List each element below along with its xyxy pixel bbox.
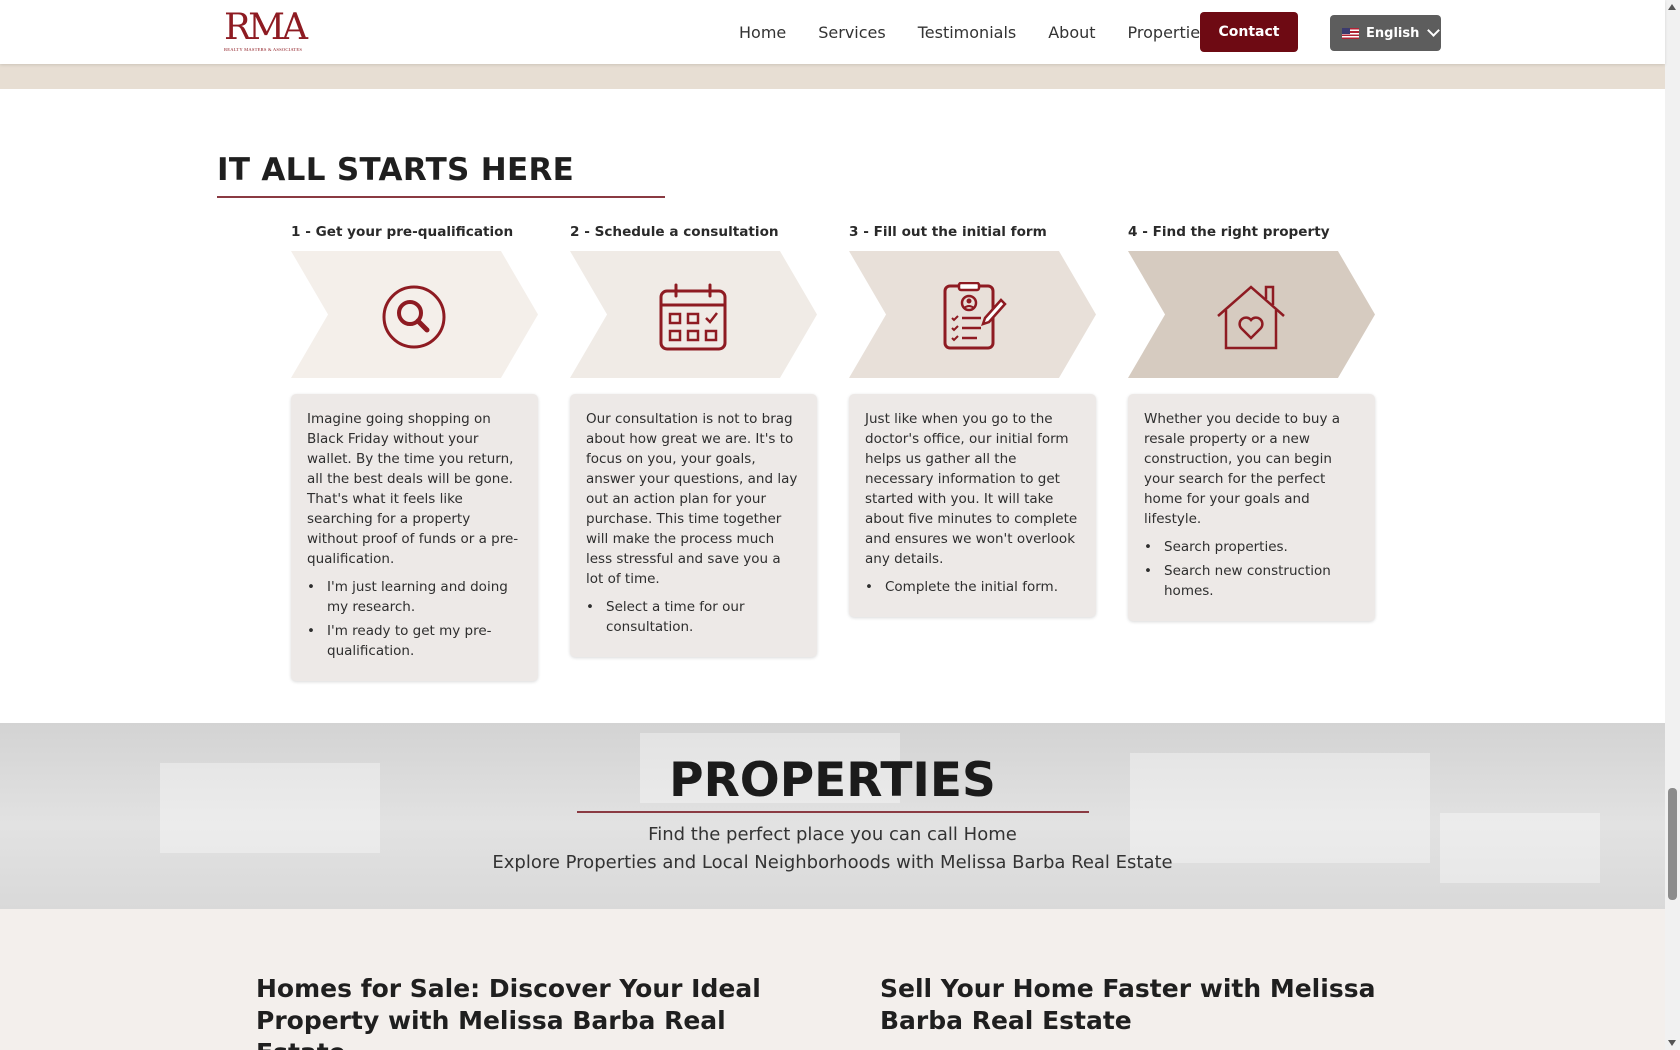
bullet-item[interactable]: Select a time for our consultation. xyxy=(586,597,801,637)
page-scrollbar[interactable] xyxy=(1665,0,1680,1050)
homes-for-sale-heading: Homes for Sale: Discover Your Ideal Prop… xyxy=(256,974,761,1050)
bullet-item[interactable]: I'm just learning and doing my research. xyxy=(307,577,522,617)
step-card: Imagine going shopping on Black Friday w… xyxy=(291,394,538,681)
step-label: 4 - Find the right property xyxy=(1128,224,1330,240)
chevron-down-icon xyxy=(1427,24,1441,37)
step-text: Whether you decide to buy a resale prope… xyxy=(1144,411,1341,527)
step-bullets: I'm just learning and doing my research.… xyxy=(307,577,522,661)
properties-subtitle-1: Find the perfect place you can call Home xyxy=(648,824,1017,845)
scroll-up-arrow-icon[interactable] xyxy=(1668,4,1676,10)
properties-title-underline xyxy=(577,811,1089,813)
step-text: Our consultation is not to brag about ho… xyxy=(586,411,798,587)
scrollbar-thumb[interactable] xyxy=(1668,788,1677,900)
bullet-item[interactable]: I'm ready to get my pre-qualification. xyxy=(307,621,522,661)
step-bullets: Search properties. Search new constructi… xyxy=(1144,537,1359,601)
us-flag-icon xyxy=(1342,27,1359,39)
properties-title: PROPERTIES xyxy=(669,753,996,808)
step-2: 2 - Schedule a consultation Our consulta… xyxy=(570,224,817,657)
properties-banner: PROPERTIES Find the perfect place you ca… xyxy=(0,723,1665,909)
sell-your-home-heading: Sell Your Home Faster with Melissa Barba… xyxy=(880,974,1376,1035)
beige-strip xyxy=(0,64,1665,89)
step-bullets: Complete the initial form. xyxy=(865,577,1080,597)
logo-subtext: REALTY MASTERS & ASSOCIATES xyxy=(224,47,303,52)
bullet-item[interactable]: Complete the initial form. xyxy=(865,577,1080,597)
logo-text: RMA xyxy=(224,7,308,48)
step-chevron xyxy=(570,251,817,378)
step-card: Our consultation is not to brag about ho… xyxy=(570,394,817,657)
step-card: Just like when you go to the doctor's of… xyxy=(849,394,1096,617)
main-nav: Home Services Testimonials About Propert… xyxy=(739,0,1240,64)
nav-testimonials[interactable]: Testimonials xyxy=(918,23,1017,42)
step-chevron xyxy=(1128,251,1375,378)
rma-logo[interactable]: RMA REALTY MASTERS & ASSOCIATES xyxy=(224,7,308,54)
calendar-icon xyxy=(659,283,727,351)
house-heart-icon xyxy=(1217,285,1285,350)
step-card: Whether you decide to buy a resale prope… xyxy=(1128,394,1375,621)
step-1: 1 - Get your pre-qualification Imagine g… xyxy=(291,224,538,681)
bullet-item[interactable]: Search new construction homes. xyxy=(1144,561,1359,601)
nav-services[interactable]: Services xyxy=(818,23,885,42)
step-3: 3 - Fill out the initial form Just like … xyxy=(849,224,1096,617)
section-title: IT ALL STARTS HERE xyxy=(217,152,575,188)
step-bullets: Select a time for our consultation. xyxy=(586,597,801,637)
step-chevron xyxy=(291,251,538,378)
bullet-item[interactable]: Search properties. xyxy=(1144,537,1359,557)
nav-home[interactable]: Home xyxy=(739,23,786,42)
language-label: English xyxy=(1366,25,1420,41)
properties-subtitle-2: Explore Properties and Local Neighborhoo… xyxy=(492,852,1173,873)
clipboard-form-icon xyxy=(943,282,1007,350)
magnifier-icon xyxy=(382,285,446,349)
step-text: Imagine going shopping on Black Friday w… xyxy=(307,411,519,567)
nav-about[interactable]: About xyxy=(1048,23,1095,42)
step-4: 4 - Find the right property Whether you … xyxy=(1128,224,1375,621)
scroll-down-arrow-icon[interactable] xyxy=(1668,1040,1676,1046)
step-label: 2 - Schedule a consultation xyxy=(570,224,779,240)
step-text: Just like when you go to the doctor's of… xyxy=(865,411,1078,567)
properties-content: Homes for Sale: Discover Your Ideal Prop… xyxy=(0,909,1665,1050)
step-label: 3 - Fill out the initial form xyxy=(849,224,1047,240)
section-title-underline xyxy=(217,196,665,198)
step-label: 1 - Get your pre-qualification xyxy=(291,224,514,240)
contact-button[interactable]: Contact xyxy=(1200,12,1298,52)
language-selector[interactable]: English xyxy=(1330,15,1441,51)
nav-properties[interactable]: Properties xyxy=(1128,23,1209,42)
step-chevron xyxy=(849,251,1096,378)
site-header: RMA REALTY MASTERS & ASSOCIATES Home Ser… xyxy=(0,0,1665,64)
